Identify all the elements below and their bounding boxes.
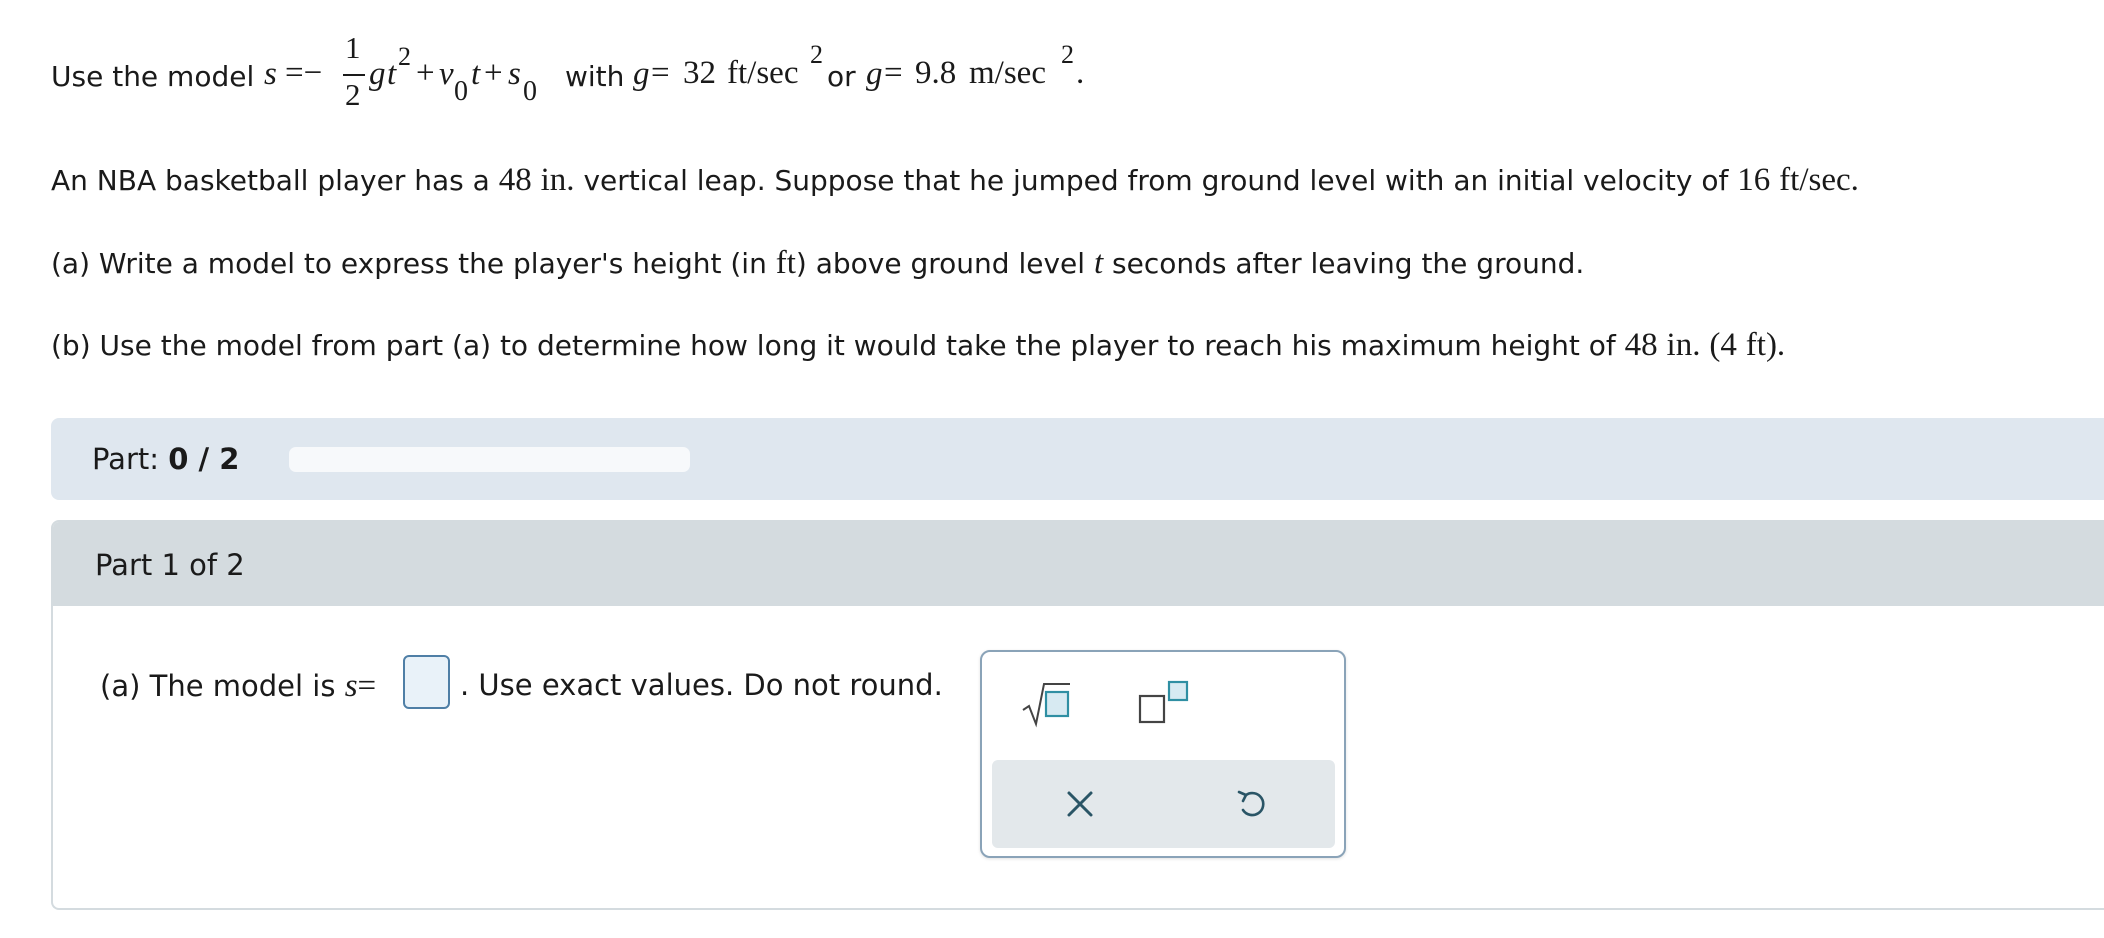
g-m-unit: m/sec [969,55,1046,91]
formula-v-subscript: 0 [454,76,468,107]
part-title-bar: Part 1 of 2 [53,522,2104,606]
formula-v: v [439,56,454,92]
g-m-equals: = [884,55,903,91]
question-b-height-unit: in. [1666,327,1701,363]
g-ft-unit: ft/sec [727,55,799,91]
question-a-text-3: seconds after leaving the ground. [1112,247,1585,280]
clear-icon[interactable] [1062,786,1098,822]
answer-input-box[interactable] [403,655,450,709]
formula-g: g [369,56,386,92]
leap-value: 48 [498,162,532,198]
g-ft-var: g [633,56,650,92]
problem-statement: An NBA basketball player has a 48 in. ve… [51,162,1859,199]
question-b: (b) Use the model from part (a) to deter… [51,327,1785,364]
formula-plus-2: + [484,55,503,91]
formula-equals-minus: =− [285,55,323,91]
palette-actions [992,760,1335,848]
g-m-value: 9.8 [915,55,957,91]
model-prefix-text: Use the model [51,60,255,93]
g-ft-unit-squared: 2 [810,40,823,69]
or-text: or [827,60,856,93]
formula-plus-1: + [416,55,435,91]
leap-unit: in. [540,162,575,198]
g-m-unit-squared: 2 [1061,40,1074,69]
part-progress-value: 0 / 2 [168,442,240,476]
question-b-paren-unit: ft). [1745,327,1786,363]
part-title: Part 1 of 2 [95,548,245,582]
formula-s0: s [508,56,521,92]
progress-bar [289,447,690,472]
formula-t2: t [471,56,481,92]
question-a-text-2: ) above ground level [795,247,1086,280]
part-label-text: Part: [92,442,160,476]
part-progress-header: Part: 0 / 2 [51,418,2104,500]
formula-half-denominator: 2 [345,77,361,112]
g-ft-equals: = [651,55,670,91]
answer-hint: . Use exact values. Do not round. [460,668,943,702]
question-a-text-1: (a) Write a model to express the player'… [51,247,767,280]
formula-half-numerator: 1 [345,30,361,65]
answer-equals: = [357,668,377,704]
problem-text-2: vertical leap. Suppose that he jumped fr… [583,164,1729,197]
question-a-var: t [1093,245,1104,281]
velocity-value: 16 [1737,162,1771,198]
question-b-text-1: (b) Use the model from part (a) to deter… [51,329,1616,362]
g-ft-value: 32 [683,55,716,91]
math-palette [980,650,1346,858]
intro-period: . [1076,55,1085,91]
question-a: (a) Write a model to express the player'… [51,245,1584,282]
question-b-height: 48 [1624,327,1658,363]
question-b-paren-value: (4 [1709,327,1737,363]
sqrt-icon[interactable] [1020,680,1072,730]
part-progress-label: Part: 0 / 2 [92,442,239,476]
formula-fraction-bar [343,74,365,76]
answer-var: s [344,668,358,704]
answer-prompt: (a) The model is s= [100,668,376,705]
formula-t-squared: 2 [398,42,411,71]
formula-s-subscript: 0 [523,76,537,107]
formula-t: t [387,56,397,92]
question-a-unit: ft [775,245,796,281]
problem-text-1: An NBA basketball player has a [51,164,490,197]
formula-s: s [264,56,277,92]
velocity-unit: ft/sec. [1779,162,1859,198]
exponent-icon[interactable] [1137,680,1191,730]
g-m-var: g [866,56,883,92]
with-text: with [565,60,625,93]
answer-prefix: (a) The model is [100,669,336,703]
undo-icon[interactable] [1234,786,1270,822]
